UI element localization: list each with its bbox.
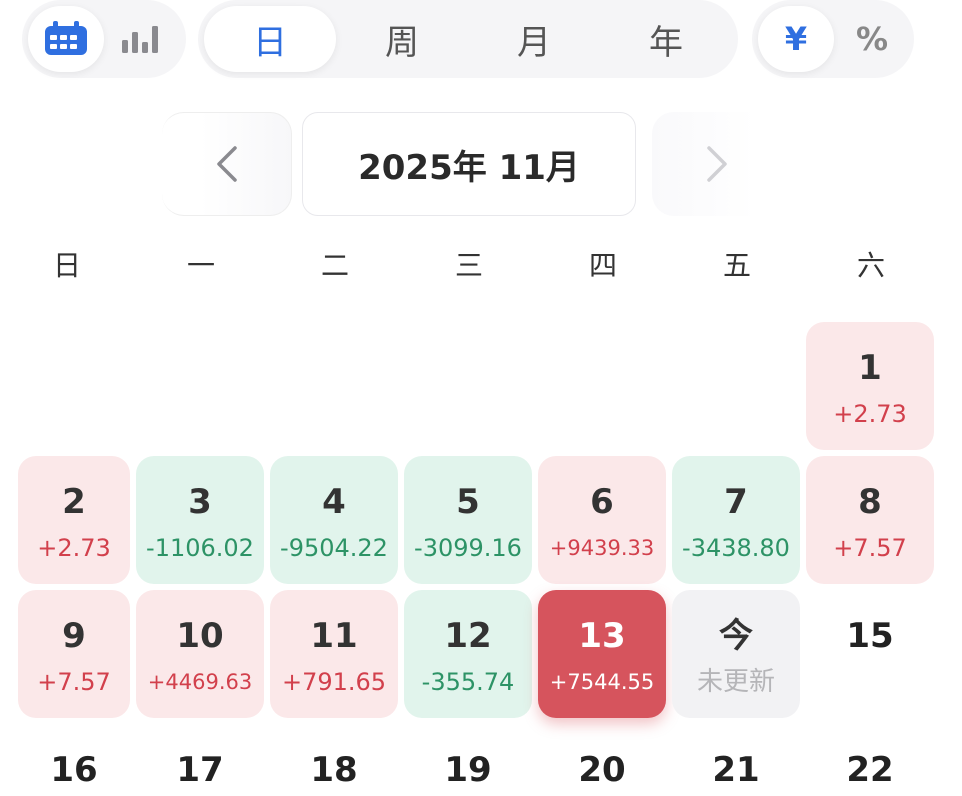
day-pnl: -3099.16 bbox=[414, 534, 522, 562]
day-number: 5 bbox=[456, 482, 480, 522]
day-cell[interactable]: 20 bbox=[538, 724, 666, 796]
day-number: 3 bbox=[188, 482, 212, 522]
day-cell[interactable]: 16 bbox=[18, 724, 130, 796]
day-cell[interactable]: 6 +9439.33 bbox=[538, 456, 666, 584]
weekday-fri: 五 bbox=[722, 249, 751, 282]
chart-view-button[interactable] bbox=[104, 6, 180, 72]
month-title[interactable]: 2025年 11月 bbox=[302, 112, 636, 216]
day-cell[interactable]: 9 +7.57 bbox=[18, 590, 130, 718]
day-cell[interactable]: 4 -9504.22 bbox=[270, 456, 398, 584]
day-cell[interactable]: 21 bbox=[672, 724, 800, 796]
day-cell[interactable]: 11 +791.65 bbox=[270, 590, 398, 718]
weekday-tue: 二 bbox=[320, 249, 349, 282]
weekday-sun: 日 bbox=[52, 249, 81, 282]
day-number: 1 bbox=[858, 348, 882, 388]
day-number: 11 bbox=[310, 616, 358, 656]
unit-percent-button[interactable]: % bbox=[834, 6, 910, 72]
day-cell[interactable]: 12 -355.74 bbox=[404, 590, 532, 718]
view-toggle bbox=[22, 0, 186, 78]
day-number: 21 bbox=[712, 750, 760, 790]
day-number: 10 bbox=[176, 616, 224, 656]
day-pnl: +7.57 bbox=[37, 668, 111, 696]
day-number: 17 bbox=[176, 750, 224, 790]
day-number: 19 bbox=[444, 750, 492, 790]
weekday-thu: 四 bbox=[588, 249, 617, 282]
day-number: 2 bbox=[62, 482, 86, 522]
day-cell[interactable]: 7 -3438.80 bbox=[672, 456, 800, 584]
day-number: 13 bbox=[578, 616, 626, 656]
day-number: 今 bbox=[719, 616, 753, 656]
day-number: 7 bbox=[724, 482, 748, 522]
day-cell[interactable]: 18 bbox=[270, 724, 398, 796]
day-cell[interactable]: 2 +2.73 bbox=[18, 456, 130, 584]
period-tab-month[interactable]: 月 bbox=[468, 6, 600, 72]
day-pnl: -1106.02 bbox=[146, 534, 254, 562]
day-number: 12 bbox=[444, 616, 492, 656]
period-tab-week[interactable]: 周 bbox=[336, 6, 468, 72]
day-number: 16 bbox=[50, 750, 98, 790]
calendar-icon bbox=[45, 21, 87, 55]
day-pnl: +2.73 bbox=[37, 534, 111, 562]
day-number: 22 bbox=[846, 750, 894, 790]
prev-month-button[interactable] bbox=[162, 112, 292, 216]
unit-yuan-button[interactable]: ¥ bbox=[758, 6, 834, 72]
day-number: 8 bbox=[858, 482, 882, 522]
chevron-right-icon bbox=[707, 146, 727, 182]
day-cell[interactable]: 5 -3099.16 bbox=[404, 456, 532, 584]
day-cell[interactable]: 13 +7544.55 bbox=[538, 590, 666, 718]
day-cell[interactable]: 19 bbox=[404, 724, 532, 796]
day-cell[interactable]: 15 bbox=[806, 590, 934, 718]
chevron-left-icon bbox=[216, 146, 237, 182]
day-pnl: 未更新 bbox=[696, 667, 775, 697]
day-number: 6 bbox=[590, 482, 614, 522]
day-pnl: -9504.22 bbox=[280, 534, 388, 562]
day-cell[interactable]: 10 +4469.63 bbox=[136, 590, 264, 718]
day-number: 20 bbox=[578, 750, 626, 790]
day-cell[interactable]: 今未更新 bbox=[672, 590, 800, 718]
day-pnl: -355.74 bbox=[421, 668, 515, 696]
weekday-sat: 六 bbox=[856, 249, 885, 282]
day-pnl: -3438.80 bbox=[682, 534, 790, 562]
calendar-view-button[interactable] bbox=[28, 6, 104, 72]
period-tab-year[interactable]: 年 bbox=[600, 6, 732, 72]
day-pnl: +7544.55 bbox=[549, 670, 655, 694]
day-cell[interactable]: 1 +2.73 bbox=[806, 322, 934, 450]
bar-chart-icon bbox=[122, 26, 158, 53]
day-cell[interactable]: 17 bbox=[136, 724, 264, 796]
day-cell[interactable]: 3 -1106.02 bbox=[136, 456, 264, 584]
day-pnl: +791.65 bbox=[281, 668, 387, 696]
period-tab-day[interactable]: 日 bbox=[204, 6, 336, 72]
day-number: 9 bbox=[62, 616, 86, 656]
day-pnl: +4469.63 bbox=[147, 670, 253, 694]
day-cell[interactable]: 22 bbox=[806, 724, 934, 796]
day-cell[interactable]: 8 +7.57 bbox=[806, 456, 934, 584]
day-pnl: +7.57 bbox=[833, 534, 907, 562]
weekday-wed: 三 bbox=[454, 249, 483, 282]
day-pnl: +2.73 bbox=[833, 400, 907, 428]
day-number: 18 bbox=[310, 750, 358, 790]
weekday-mon: 一 bbox=[186, 249, 215, 282]
day-number: 15 bbox=[846, 616, 894, 656]
period-selector: 日 周 月 年 bbox=[198, 0, 738, 78]
day-pnl: +9439.33 bbox=[549, 536, 655, 560]
unit-toggle: ¥ % bbox=[752, 0, 914, 78]
day-number: 4 bbox=[322, 482, 346, 522]
next-month-button[interactable] bbox=[652, 112, 782, 216]
